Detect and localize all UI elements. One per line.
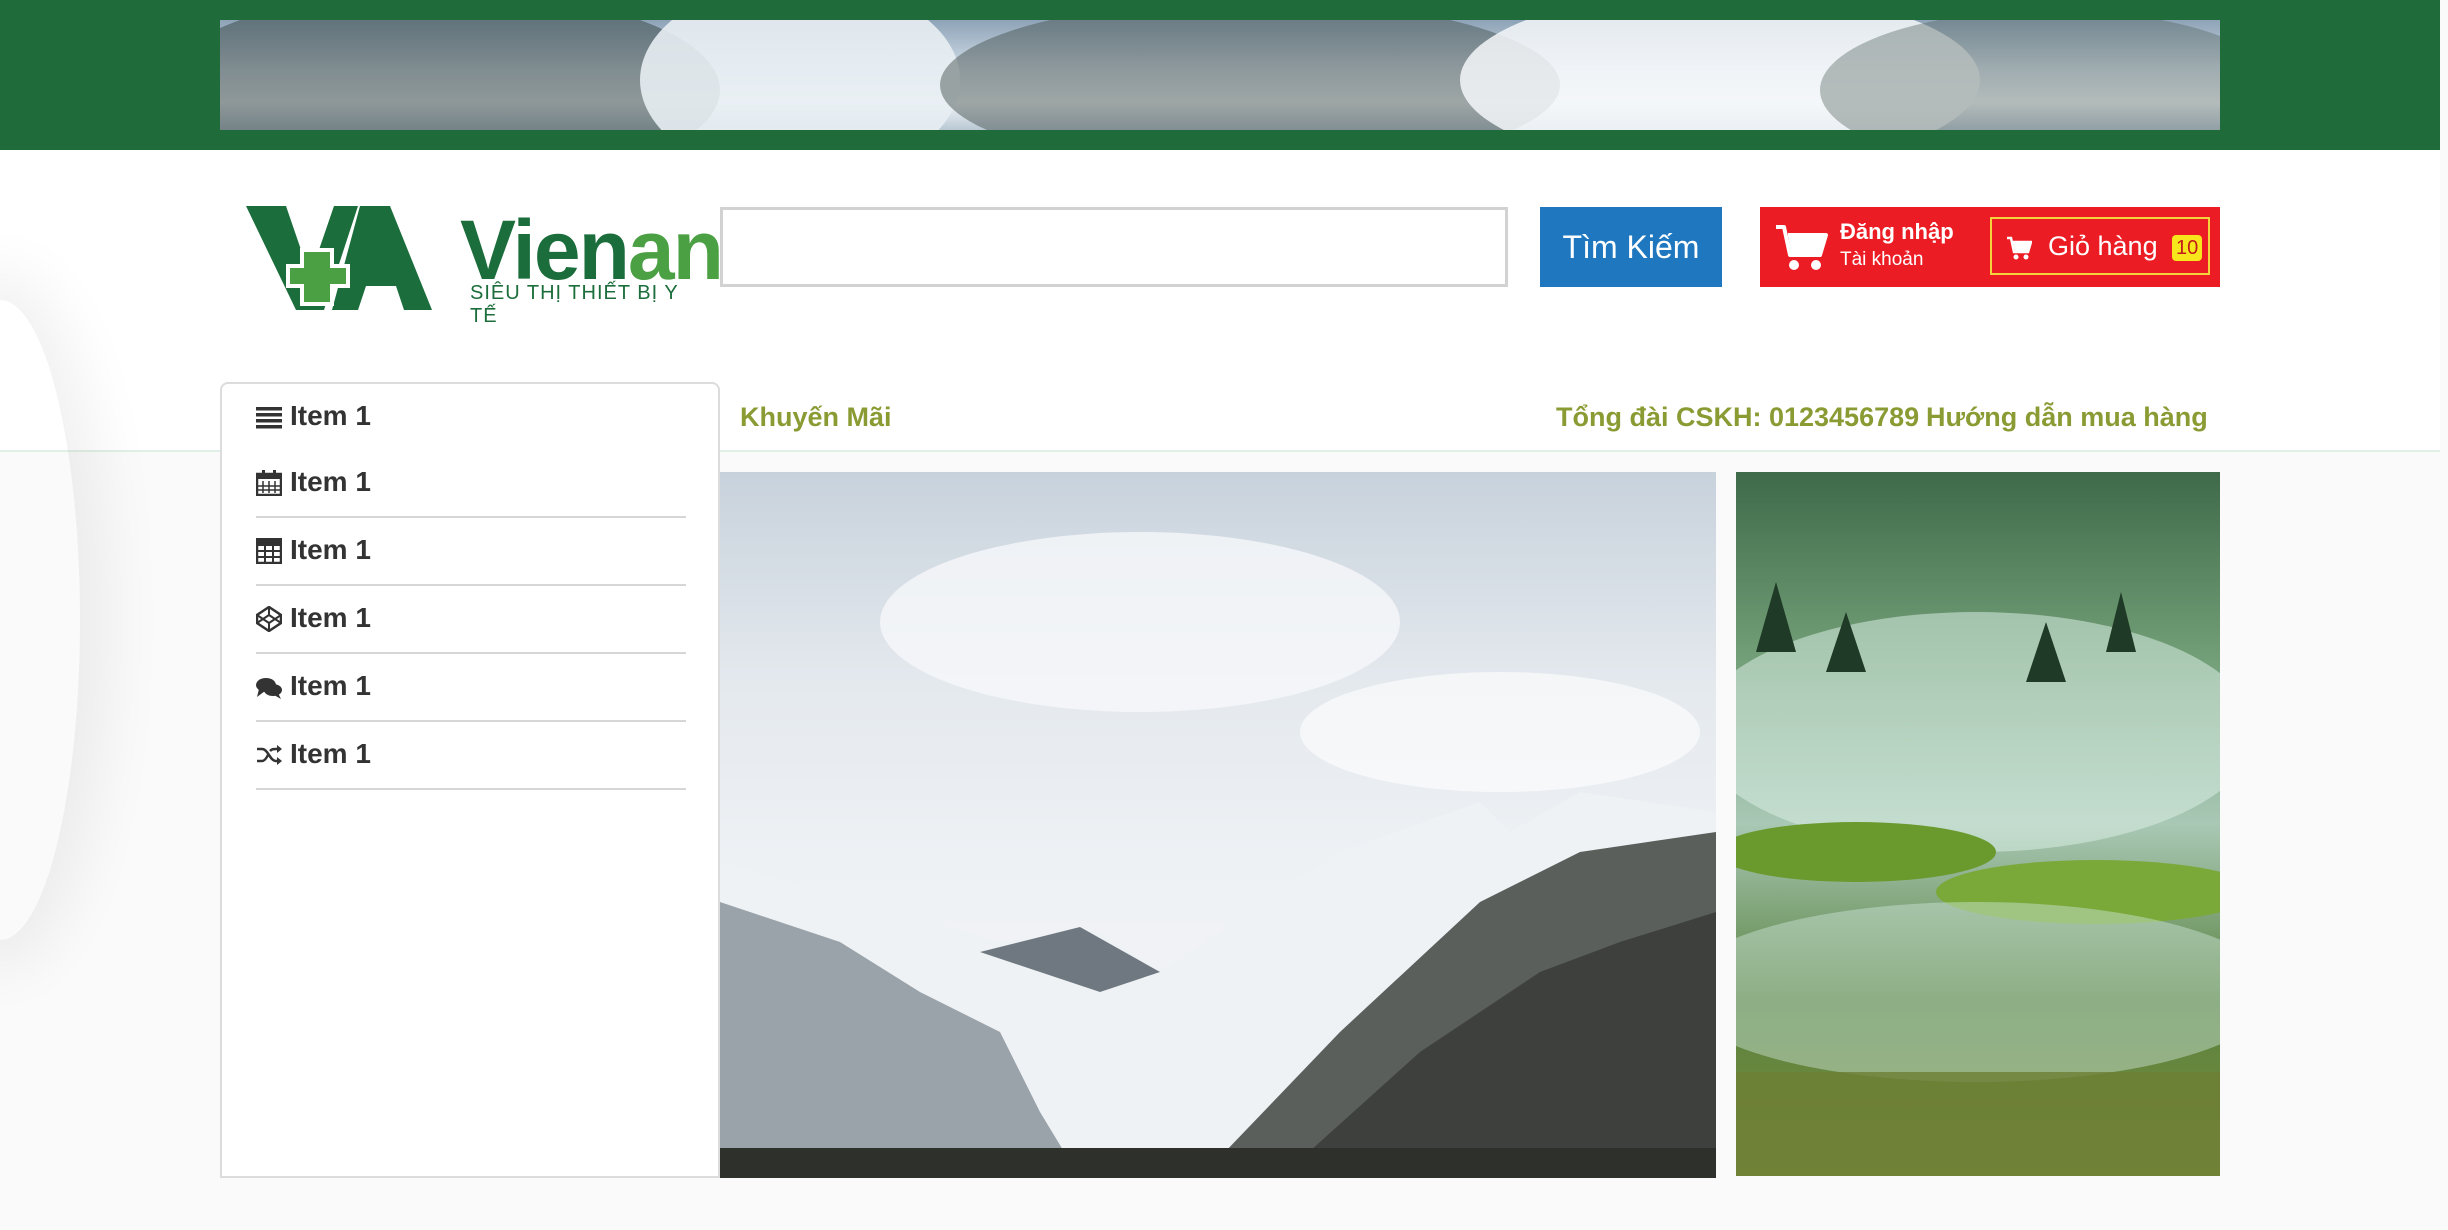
sidebar-item-label: Item 1 bbox=[290, 738, 371, 769]
brand-tagline: SIÊU THỊ THIẾT BỊ Y TẾ bbox=[470, 282, 679, 327]
sidebar-item-6[interactable]: Item 1 bbox=[256, 722, 686, 790]
sidebar-item-label: Item 1 bbox=[290, 400, 371, 431]
cart-button[interactable]: Giỏ hàng 10 bbox=[1990, 217, 2210, 275]
random-icon bbox=[257, 745, 282, 765]
sidebar-item-1[interactable]: Item 1 bbox=[256, 384, 686, 452]
promo-link[interactable]: Khuyến Mãi bbox=[740, 402, 892, 433]
category-sidebar: Item 1 Item 1 Item 1 Item 1 Item 1 Item … bbox=[220, 382, 720, 1178]
account-box: Đăng nhập Tài khoản Giỏ hàng 10 bbox=[1760, 207, 2220, 287]
search-button[interactable]: Tìm Kiếm bbox=[1540, 207, 1722, 287]
hotline-text: Tổng đài CSKH: 0123456789 bbox=[1556, 402, 1920, 432]
cart-label: Giỏ hàng bbox=[2048, 231, 2158, 261]
side-banner-misty-field[interactable] bbox=[1736, 472, 2220, 1176]
calculator-icon bbox=[256, 538, 282, 564]
sidebar-item-label: Item 1 bbox=[290, 602, 371, 633]
hero-banner-mountains[interactable] bbox=[720, 472, 1716, 1178]
top-banner-image[interactable] bbox=[220, 20, 2220, 130]
logo-mark-icon bbox=[246, 206, 432, 310]
sidebar-item-5[interactable]: Item 1 bbox=[256, 654, 686, 722]
account-link[interactable]: Tài khoản bbox=[1840, 249, 1923, 271]
shopping-cart-icon bbox=[1776, 225, 1828, 270]
sidebar-item-4[interactable]: Item 1 bbox=[256, 586, 686, 654]
comments-icon bbox=[256, 678, 282, 699]
search-input[interactable] bbox=[720, 207, 1508, 287]
sidebar-item-label: Item 1 bbox=[290, 670, 371, 701]
cart-icon bbox=[2007, 236, 2032, 260]
logo[interactable]: Vienan SIÊU THỊ THIẾT BỊ Y TẾ bbox=[240, 200, 724, 327]
mountain-illustration bbox=[720, 532, 1716, 1178]
cart-count-badge: 10 bbox=[2172, 235, 2203, 261]
sidebar-item-label: Item 1 bbox=[290, 466, 371, 497]
misty-landscape-illustration bbox=[1736, 582, 2220, 1176]
sidebar-item-2[interactable]: Item 1 bbox=[256, 450, 686, 518]
calendar-icon bbox=[256, 470, 282, 496]
login-link[interactable]: Đăng nhập bbox=[1840, 219, 1954, 245]
buying-guide-link[interactable]: Hướng dẫn mua hàng bbox=[1926, 402, 2208, 433]
sidebar-item-label: Item 1 bbox=[290, 534, 371, 565]
sidebar-item-3[interactable]: Item 1 bbox=[256, 518, 686, 586]
list-icon bbox=[256, 407, 282, 429]
codepen-icon bbox=[256, 606, 282, 632]
